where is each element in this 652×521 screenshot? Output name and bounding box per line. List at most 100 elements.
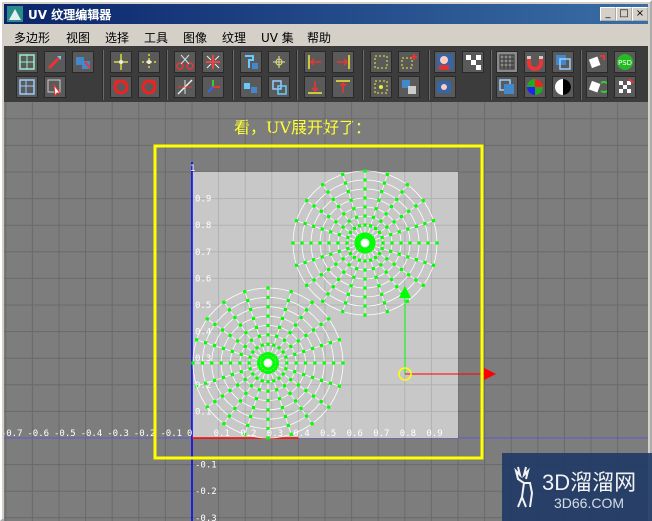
sew-uv-tool[interactable] (174, 76, 196, 98)
menu-image[interactable]: 图像 (183, 29, 207, 46)
uv-point (363, 223, 367, 227)
move-uv-tool[interactable] (44, 51, 66, 73)
minimize-button[interactable]: _ (600, 7, 616, 21)
uv-point (363, 250, 367, 254)
maximize-button[interactable]: □ (616, 7, 632, 21)
rotate-ccw-tool[interactable] (110, 76, 132, 98)
toggle-grid-tool[interactable] (496, 51, 518, 73)
add-isolate-tool[interactable] (398, 51, 420, 73)
psd-network-tool[interactable]: PSD (614, 51, 636, 73)
uv-point (304, 388, 308, 393)
uv-point (304, 333, 308, 338)
uv-point (346, 235, 350, 240)
edit-psd-tool[interactable] (614, 76, 636, 98)
unfold-uv-tool[interactable] (268, 51, 290, 73)
uv-point (363, 169, 367, 173)
toolbar-separator (362, 50, 364, 100)
x-tick-label: -0.2 (134, 429, 156, 439)
uv-point (277, 376, 281, 380)
rotate-cw-tool[interactable] (138, 76, 160, 98)
menu-view[interactable]: 视图 (66, 29, 90, 46)
uv-point (319, 378, 324, 382)
menu-textures[interactable]: 纹理 (222, 29, 246, 46)
checker-tool[interactable] (462, 51, 484, 73)
uv-point (305, 199, 309, 203)
display-image-tool[interactable] (434, 51, 456, 73)
uv-point (266, 305, 270, 309)
uv-point (407, 209, 411, 213)
uv-point (414, 224, 418, 228)
snapshot-tool[interactable] (434, 76, 456, 98)
isolate-select-tool[interactable] (370, 51, 392, 73)
uv-point (379, 263, 383, 267)
uv-point (395, 285, 399, 289)
align-bottom-tool[interactable] (304, 76, 326, 98)
flip-v-tool[interactable] (138, 51, 160, 73)
select-shell-tool[interactable] (72, 51, 94, 73)
copy-uv-tool[interactable] (552, 51, 574, 73)
y-tick-label: 0.6 (195, 274, 211, 284)
y-tick-label: 0.4 (195, 328, 211, 338)
uv-point (213, 322, 217, 327)
x-tick-label: -0.7 (4, 429, 22, 439)
snap-pixel-tool[interactable] (524, 51, 546, 73)
shaded-uv-tool[interactable] (398, 76, 420, 98)
uv-point (291, 241, 295, 245)
title-bar[interactable]: UV 纹理编辑器 _ □ × (4, 4, 648, 24)
uv-point (293, 399, 298, 403)
uv-point (327, 241, 331, 245)
uv-point (374, 275, 378, 279)
cut-uv-tool[interactable] (174, 51, 196, 73)
svg-text:PSD: PSD (618, 59, 632, 67)
reload-texture-tool[interactable] (586, 76, 608, 98)
uv-point (305, 283, 309, 287)
alpha-channel-tool[interactable] (552, 76, 574, 98)
uv-point (221, 375, 226, 380)
relax-uv-tool[interactable] (268, 76, 290, 98)
uv-point (312, 258, 316, 262)
uv-point (373, 255, 378, 260)
layout-uv-tool[interactable] (240, 51, 262, 73)
close-button[interactable]: × (632, 7, 648, 21)
uv-point (363, 214, 367, 218)
filter-tool[interactable] (586, 51, 608, 73)
toolbar-separator (490, 50, 492, 100)
uv-point (266, 314, 270, 318)
deer-logo-icon (514, 466, 534, 508)
uv-point (385, 257, 389, 261)
uv-point (228, 333, 232, 338)
move-sew-tool[interactable] (202, 76, 224, 98)
grid-uv-tool[interactable] (240, 76, 262, 98)
rgb-channels-tool[interactable] (524, 76, 546, 98)
menu-select[interactable]: 选择 (105, 29, 129, 46)
uv-texture-editor-window: UV 纹理编辑器 _ □ × 多边形 视图 选择 工具 图像 纹理 UV 集 帮… (0, 0, 652, 521)
align-left-tool[interactable] (304, 51, 326, 73)
uv-point (230, 372, 234, 377)
uv-point (414, 278, 418, 282)
uv-point (372, 241, 376, 245)
uv-point (283, 307, 287, 312)
menu-polygons[interactable]: 多边形 (14, 29, 50, 46)
lattice-icon (19, 79, 35, 95)
flip-u-tool[interactable] (110, 51, 132, 73)
menu-tools[interactable]: 工具 (144, 29, 168, 46)
x-tick-label: 0.7 (373, 429, 389, 439)
paste-uv-tool[interactable] (496, 76, 518, 98)
align-top-tool[interactable] (332, 76, 354, 98)
uv-point (254, 325, 259, 329)
uv-point (266, 323, 270, 328)
uv-grid-select-tool[interactable] (16, 51, 38, 73)
select-tool[interactable] (44, 76, 66, 98)
uv-point (302, 349, 306, 354)
uv-point (389, 277, 394, 282)
align-right-tool[interactable] (332, 51, 354, 73)
split-uv-tool[interactable] (202, 51, 224, 73)
menu-help[interactable]: 帮助 (307, 29, 331, 46)
flip-vertical-icon (142, 54, 156, 70)
remove-isolate-tool[interactable] (370, 76, 392, 98)
menu-uv-sets[interactable]: UV 集 (261, 29, 294, 46)
uv-point (399, 214, 404, 219)
uv-point (354, 244, 359, 248)
uv-lattice-tool[interactable] (16, 76, 38, 98)
uv-point (389, 204, 394, 209)
